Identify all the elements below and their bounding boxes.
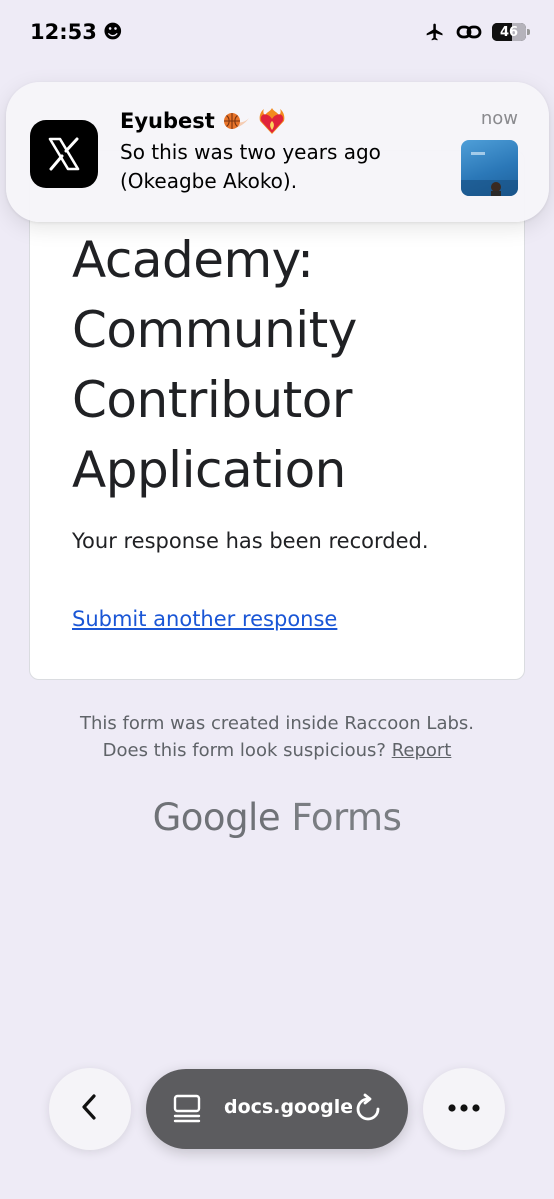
heart-on-fire-icon xyxy=(257,106,287,136)
battery-level: 46 xyxy=(499,24,519,40)
status-bar: 12:53 ☻ 46 xyxy=(0,0,554,70)
status-time: 12:53 ☻ xyxy=(30,20,123,44)
form-title: Academy: Community Contributor Applicati… xyxy=(72,231,357,499)
tabs-icon[interactable] xyxy=(172,1094,202,1129)
x-logo-icon xyxy=(30,120,98,188)
clock-time: 12:53 xyxy=(30,20,97,44)
brand-google: Google xyxy=(152,796,281,839)
form-footer: This form was created inside Raccoon Lab… xyxy=(0,710,554,764)
reload-icon[interactable] xyxy=(352,1093,384,1130)
notification-message: So this was two years ago (Okeagbe Akoko… xyxy=(120,140,381,193)
sender-name: Eyubest xyxy=(120,109,215,133)
smiley-icon: ☻ xyxy=(102,21,123,43)
back-button[interactable] xyxy=(49,1068,131,1150)
basketball-fire-icon xyxy=(221,108,251,134)
airplane-icon xyxy=(424,22,446,42)
brand-forms: Forms xyxy=(291,796,402,839)
battery-icon: 46 xyxy=(492,23,530,41)
link-icon xyxy=(456,23,482,41)
notification-time: now xyxy=(480,108,518,129)
suspicious-question: Does this form look suspicious? xyxy=(102,740,386,761)
submit-another-response-link[interactable]: Submit another response xyxy=(72,607,337,631)
created-inside-text: This form was created inside Raccoon Lab… xyxy=(79,713,474,734)
google-forms-logo: Google Forms xyxy=(0,796,554,839)
more-button[interactable] xyxy=(423,1068,505,1150)
chevron-left-icon xyxy=(79,1092,101,1127)
suspicious-line: Does this form look suspicious? Report xyxy=(0,737,554,764)
url-text: docs.google.com xyxy=(224,1096,352,1118)
status-icons: 46 xyxy=(424,22,530,42)
notification-thumbnail xyxy=(461,140,518,196)
notification-sender: Eyubest xyxy=(120,106,287,136)
more-dots-icon xyxy=(447,1100,481,1118)
form-confirmation-card: Academy: Community Contributor Applicati… xyxy=(29,150,525,680)
report-link[interactable]: Report xyxy=(392,740,452,761)
notification-banner[interactable]: Eyubest So this was two years ago (Okeag… xyxy=(6,82,549,222)
response-recorded-message: Your response has been recorded. xyxy=(72,529,429,553)
address-bar[interactable]: docs.google.com xyxy=(146,1069,408,1149)
